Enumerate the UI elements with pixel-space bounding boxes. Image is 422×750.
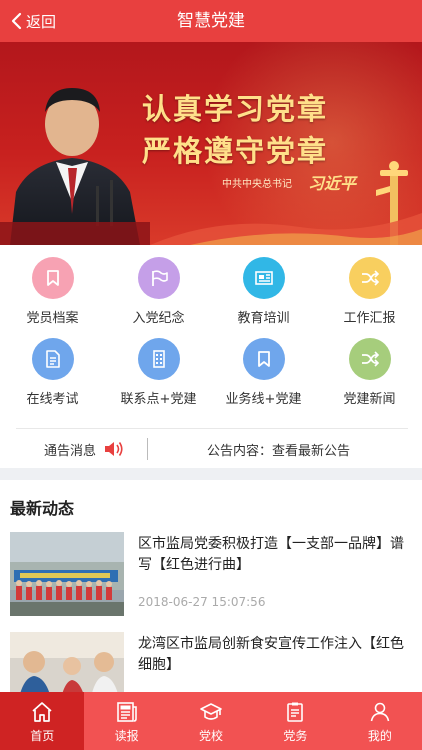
menu-item-label: 党员档案 — [26, 311, 79, 326]
chevron-left-icon — [11, 12, 22, 30]
tab-label: 我的 — [367, 729, 392, 743]
tab-label: 读报 — [114, 729, 139, 743]
banner-carousel[interactable]: 认真学习党章 严格遵守党章 中共中央总书记 习近平 — [0, 42, 422, 245]
news-title: 龙湾区市监局创新食安宣传工作注入【红色细胞】 — [138, 636, 404, 673]
menu-item-label: 工作汇报 — [343, 311, 396, 326]
notice-content-link[interactable]: 公告内容：查看最新公告 — [207, 440, 350, 459]
newspaper-icon — [242, 257, 285, 299]
clipboard-icon — [253, 700, 337, 724]
news-title: 区市监局党委积极打造【一支部一品牌】谱写【红色进行曲】 — [138, 536, 404, 573]
section-separator — [0, 468, 422, 480]
news-timestamp: 2018-06-27 15:07:56 — [138, 595, 266, 609]
document-icon — [31, 338, 74, 380]
menu-item[interactable]: 党员档案 — [0, 245, 105, 327]
shuffle-icon — [348, 257, 391, 299]
graduation-cap-icon — [169, 700, 253, 724]
menu-item-label: 入党纪念 — [132, 311, 185, 326]
menu-item-label: 党建新闻 — [343, 392, 396, 407]
menu-item[interactable]: 联系点+党建 — [106, 326, 211, 408]
menu-item[interactable]: 在线考试 — [0, 326, 105, 408]
tab-label: 首页 — [30, 729, 55, 743]
tab-user[interactable]: 我的 — [338, 692, 422, 750]
banner-signature: 习近平 — [308, 174, 357, 193]
news-section-heading: 最新动态 — [10, 499, 75, 518]
banner-slogan-line1: 认真学习党章 — [142, 92, 329, 126]
news-thumbnail — [10, 532, 124, 616]
bottom-tab-bar: 首页 读报 党校 党务 我的 — [0, 692, 422, 750]
tab-label: 党务 — [283, 729, 308, 743]
menu-item-label: 业务线+党建 — [225, 392, 302, 407]
tab-clipboard[interactable]: 党务 — [253, 692, 337, 750]
tab-graduation-cap[interactable]: 党校 — [169, 692, 253, 750]
back-button[interactable]: 返回 — [10, 0, 56, 42]
bookmark-icon — [31, 257, 74, 299]
back-label: 返回 — [26, 12, 57, 31]
tab-home[interactable]: 首页 — [0, 692, 85, 750]
home-icon — [0, 700, 84, 724]
leader-portrait — [0, 88, 150, 245]
notice-bar[interactable]: 通告消息 公告内容：查看最新公告 — [16, 428, 408, 468]
tab-newspaper[interactable]: 读报 — [84, 692, 168, 750]
app-header: 返回 智慧党建 — [0, 0, 422, 42]
banner-ribbon — [150, 213, 422, 245]
tab-label: 党校 — [199, 729, 224, 743]
menu-item[interactable]: 教育培训 — [211, 245, 316, 327]
menu-item[interactable]: 工作汇报 — [317, 245, 422, 327]
user-icon — [338, 700, 422, 724]
speaker-icon — [105, 442, 123, 456]
function-grid: 党员档案 入党纪念 教育培训 工作汇报在线考试 联系点+党建 业务线+党建 党建新闻 — [0, 245, 422, 415]
menu-item-label: 联系点+党建 — [120, 392, 197, 407]
menu-item[interactable]: 党建新闻 — [317, 326, 422, 408]
bookmark-icon — [242, 338, 285, 380]
page-title: 智慧党建 — [177, 11, 245, 31]
shuffle-icon — [348, 338, 391, 380]
flag-icon — [137, 257, 180, 299]
notice-divider — [147, 438, 148, 460]
menu-item[interactable]: 业务线+党建 — [211, 326, 316, 408]
building-icon — [137, 338, 180, 380]
menu-item-label: 在线考试 — [26, 392, 79, 407]
newspaper-icon — [84, 700, 168, 724]
news-item[interactable]: 区市监局党委积极打造【一支部一品牌】谱写【红色进行曲】 2018-06-27 1… — [0, 532, 422, 632]
menu-item-label: 教育培训 — [237, 311, 290, 326]
banner-byline: 中共中央总书记 — [222, 179, 292, 190]
banner-slogan-line2: 严格遵守党章 — [142, 134, 329, 168]
notice-label: 通告消息 — [44, 444, 97, 459]
menu-item[interactable]: 入党纪念 — [106, 245, 211, 327]
